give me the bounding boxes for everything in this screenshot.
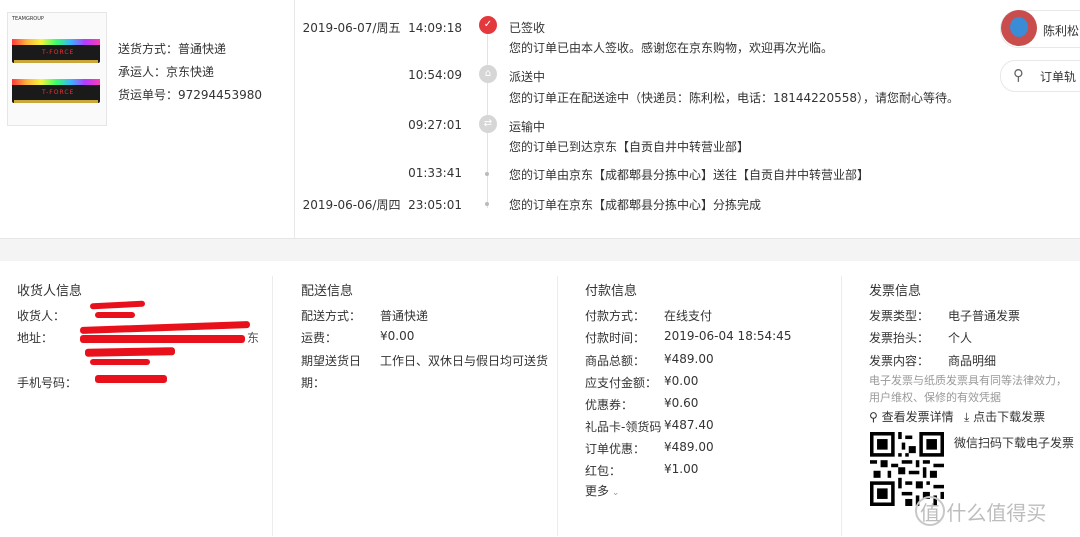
payment-value: ¥489.00 [664, 352, 714, 366]
timeline-title: 运输中 [509, 120, 546, 134]
divider [557, 276, 558, 536]
payment-label: 应支付金额： [585, 376, 658, 390]
divider [272, 276, 273, 536]
timeline-desc: 您的订单已到达京东【自贡自井中转营业部】 [509, 140, 750, 154]
download-invoice-link[interactable]: ⤓ 点击下载发票 [964, 408, 1045, 425]
shipping-method: 送货方式：普通快递 [118, 42, 227, 56]
courier-card[interactable]: 陈利松 [1000, 10, 1080, 48]
payment-value: 2019-06-04 18:54:45 [664, 329, 792, 343]
payment-value: 在线支付 [664, 309, 713, 323]
ram-stick-image: T-FORCE [12, 79, 100, 103]
timeline-desc: 您的订单正在配送途中（快递员：陈利松，电话：18144220558），请您耐心等… [509, 91, 959, 105]
invoice-value: 电子普通发票 [948, 309, 1021, 323]
redaction-mark [95, 375, 167, 383]
invoice-label: 发票抬头： [869, 331, 930, 345]
phone-label: 手机号码： [17, 376, 78, 390]
redaction-mark [95, 312, 135, 318]
delivery-value: ¥0.00 [380, 329, 415, 343]
receiver-name-label: 收货人： [17, 309, 66, 323]
courier-name: 陈利松 [1043, 24, 1080, 38]
check-icon: ✓ [479, 16, 497, 34]
payment-value: ¥489.00 [664, 440, 714, 454]
timeline-time: 09:27:01 [408, 118, 462, 132]
timeline-title: 派送中 [509, 70, 546, 84]
redaction-mark [84, 347, 176, 357]
download-icon: ⤓ [964, 410, 970, 424]
receiver-title: 收货人信息 [17, 284, 83, 299]
address-label: 地址： [17, 331, 54, 345]
timeline-time: 10:54:09 [408, 68, 462, 82]
delivery-value: 普通快递 [380, 309, 429, 323]
delivery-label: 配送方式： [301, 309, 362, 323]
timeline-desc: 您的订单在京东【成都郫县分拣中心】分拣完成 [509, 198, 762, 212]
location-pin-icon: ⚲ [1013, 66, 1024, 84]
timeline-desc: 您的订单已由本人签收。感谢您在京东购物，欢迎再次光临。 [509, 41, 834, 55]
payment-label: 付款时间： [585, 331, 646, 345]
payment-title: 付款信息 [585, 284, 638, 299]
redaction-mark [89, 300, 146, 310]
payment-label: 红包： [585, 464, 622, 478]
ram-stick-image: T-FORCE [12, 39, 100, 63]
avatar [1001, 10, 1037, 46]
delivery-icon: ⌂ [479, 65, 497, 83]
view-invoice-link[interactable]: ⚲ 查看发票详情 [869, 408, 954, 425]
invoice-value: 商品明细 [948, 354, 997, 368]
payment-value: ¥1.00 [664, 462, 699, 476]
watermark: 值 什么值得买 [920, 501, 1047, 525]
more-link[interactable]: 更多 ⌄ [585, 482, 619, 499]
truck-icon: ⇄ [479, 115, 497, 133]
payment-label: 商品总额： [585, 354, 646, 368]
product-thumbnail[interactable]: TEAMGROUP T-FORCE T-FORCE [7, 12, 107, 126]
address-tail: 东 [247, 331, 260, 345]
payment-value: ¥487.40 [664, 418, 714, 432]
invoice-value: 个人 [948, 331, 973, 345]
order-track-button[interactable]: ⚲ 订单轨 [1000, 60, 1080, 92]
delivery-title: 配送信息 [301, 284, 354, 299]
timeline-datetime: 2019-06-07/周五 14:09:18 [302, 21, 462, 35]
payment-label: 付款方式： [585, 309, 646, 323]
qr-caption: 微信扫码下载电子发票 [954, 436, 1075, 450]
delivery-label: 期望送货日 [301, 354, 362, 368]
invoice-note: 电子发票与纸质发票具有同等法律效力， [869, 374, 1067, 387]
payment-label: 礼品卡-领货码 [585, 420, 662, 434]
payment-value: ¥0.60 [664, 396, 699, 410]
carrier: 承运人：京东快递 [118, 65, 215, 79]
redaction-mark [80, 335, 245, 343]
invoice-label: 发票类型： [869, 309, 930, 323]
timeline-dot [485, 172, 489, 176]
redaction-mark [90, 359, 150, 365]
delivery-label: 运费： [301, 331, 338, 345]
delivery-label: 期： [301, 376, 326, 390]
chevron-down-icon: ⌄ [609, 488, 620, 498]
redaction-mark [79, 321, 251, 334]
brand-logo: TEAMGROUP [12, 16, 44, 22]
divider [841, 276, 842, 536]
divider [294, 0, 295, 238]
timeline-dot [485, 202, 489, 206]
invoice-title: 发票信息 [869, 284, 922, 299]
qr-code [870, 432, 944, 506]
payment-label: 订单优惠： [585, 442, 646, 456]
timeline-title: 已签收 [509, 21, 546, 35]
tracking-number: 货运单号：97294453980 [118, 88, 262, 102]
section-separator [0, 238, 1080, 261]
invoice-note: 用户维权、保修的有效凭据 [869, 391, 1001, 404]
payment-value: ¥0.00 [664, 374, 699, 388]
order-track-label: 订单轨 [1040, 70, 1077, 84]
timeline-time: 01:33:41 [408, 166, 462, 180]
timeline-datetime: 2019-06-06/周四 23:05:01 [302, 198, 462, 212]
delivery-value: 工作日、双休日与假日均可送货 [380, 354, 549, 368]
payment-label: 优惠券： [585, 398, 634, 412]
invoice-label: 发票内容： [869, 354, 930, 368]
search-icon: ⚲ [869, 410, 878, 424]
timeline-desc: 您的订单由京东【成都郫县分拣中心】送往【自贡自井中转营业部】 [509, 168, 870, 182]
